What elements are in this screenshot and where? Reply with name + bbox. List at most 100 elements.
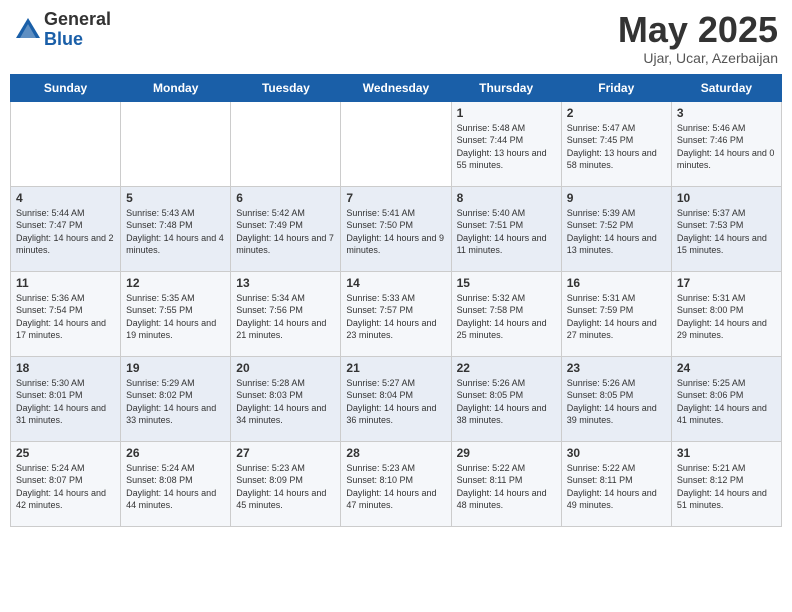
day-info: Sunrise: 5:41 AMSunset: 7:50 PMDaylight:… <box>346 208 444 256</box>
day-info: Sunrise: 5:31 AMSunset: 7:59 PMDaylight:… <box>567 293 657 341</box>
calendar-cell: 18 Sunrise: 5:30 AMSunset: 8:01 PMDaylig… <box>11 356 121 441</box>
calendar-cell: 28 Sunrise: 5:23 AMSunset: 8:10 PMDaylig… <box>341 441 451 526</box>
day-number: 16 <box>567 276 666 290</box>
day-number: 3 <box>677 106 776 120</box>
day-number: 10 <box>677 191 776 205</box>
day-info: Sunrise: 5:37 AMSunset: 7:53 PMDaylight:… <box>677 208 767 256</box>
day-number: 4 <box>16 191 115 205</box>
day-info: Sunrise: 5:33 AMSunset: 7:57 PMDaylight:… <box>346 293 436 341</box>
month-title: May 2025 <box>618 10 778 50</box>
day-number: 20 <box>236 361 335 375</box>
header-day-thursday: Thursday <box>451 74 561 101</box>
day-number: 14 <box>346 276 445 290</box>
day-info: Sunrise: 5:30 AMSunset: 8:01 PMDaylight:… <box>16 378 106 426</box>
calendar-cell: 4 Sunrise: 5:44 AMSunset: 7:47 PMDayligh… <box>11 186 121 271</box>
day-number: 8 <box>457 191 556 205</box>
logo-general: General <box>44 10 111 30</box>
calendar-cell: 1 Sunrise: 5:48 AMSunset: 7:44 PMDayligh… <box>451 101 561 186</box>
day-number: 13 <box>236 276 335 290</box>
calendar-cell: 30 Sunrise: 5:22 AMSunset: 8:11 PMDaylig… <box>561 441 671 526</box>
day-number: 1 <box>457 106 556 120</box>
calendar-cell <box>231 101 341 186</box>
day-info: Sunrise: 5:40 AMSunset: 7:51 PMDaylight:… <box>457 208 547 256</box>
day-info: Sunrise: 5:21 AMSunset: 8:12 PMDaylight:… <box>677 463 767 511</box>
logo-icon <box>14 16 42 44</box>
calendar-cell: 5 Sunrise: 5:43 AMSunset: 7:48 PMDayligh… <box>121 186 231 271</box>
day-number: 5 <box>126 191 225 205</box>
day-info: Sunrise: 5:28 AMSunset: 8:03 PMDaylight:… <box>236 378 326 426</box>
day-number: 17 <box>677 276 776 290</box>
calendar-cell: 26 Sunrise: 5:24 AMSunset: 8:08 PMDaylig… <box>121 441 231 526</box>
header-day-monday: Monday <box>121 74 231 101</box>
calendar-cell: 19 Sunrise: 5:29 AMSunset: 8:02 PMDaylig… <box>121 356 231 441</box>
calendar-cell: 23 Sunrise: 5:26 AMSunset: 8:05 PMDaylig… <box>561 356 671 441</box>
day-number: 26 <box>126 446 225 460</box>
day-info: Sunrise: 5:23 AMSunset: 8:09 PMDaylight:… <box>236 463 326 511</box>
calendar-cell: 9 Sunrise: 5:39 AMSunset: 7:52 PMDayligh… <box>561 186 671 271</box>
header-day-friday: Friday <box>561 74 671 101</box>
page-header: General Blue May 2025 Ujar, Ucar, Azerba… <box>10 10 782 66</box>
day-number: 21 <box>346 361 445 375</box>
header-day-sunday: Sunday <box>11 74 121 101</box>
calendar-cell: 24 Sunrise: 5:25 AMSunset: 8:06 PMDaylig… <box>671 356 781 441</box>
day-number: 22 <box>457 361 556 375</box>
calendar-body: 1 Sunrise: 5:48 AMSunset: 7:44 PMDayligh… <box>11 101 782 526</box>
calendar-cell <box>121 101 231 186</box>
calendar-cell: 2 Sunrise: 5:47 AMSunset: 7:45 PMDayligh… <box>561 101 671 186</box>
location: Ujar, Ucar, Azerbaijan <box>618 50 778 66</box>
week-row-5: 25 Sunrise: 5:24 AMSunset: 8:07 PMDaylig… <box>11 441 782 526</box>
day-info: Sunrise: 5:27 AMSunset: 8:04 PMDaylight:… <box>346 378 436 426</box>
day-info: Sunrise: 5:43 AMSunset: 7:48 PMDaylight:… <box>126 208 224 256</box>
day-info: Sunrise: 5:34 AMSunset: 7:56 PMDaylight:… <box>236 293 326 341</box>
calendar-cell: 12 Sunrise: 5:35 AMSunset: 7:55 PMDaylig… <box>121 271 231 356</box>
calendar-header: SundayMondayTuesdayWednesdayThursdayFrid… <box>11 74 782 101</box>
week-row-2: 4 Sunrise: 5:44 AMSunset: 7:47 PMDayligh… <box>11 186 782 271</box>
title-block: May 2025 Ujar, Ucar, Azerbaijan <box>618 10 778 66</box>
day-info: Sunrise: 5:35 AMSunset: 7:55 PMDaylight:… <box>126 293 216 341</box>
calendar-cell: 27 Sunrise: 5:23 AMSunset: 8:09 PMDaylig… <box>231 441 341 526</box>
day-number: 12 <box>126 276 225 290</box>
calendar-cell: 20 Sunrise: 5:28 AMSunset: 8:03 PMDaylig… <box>231 356 341 441</box>
day-info: Sunrise: 5:23 AMSunset: 8:10 PMDaylight:… <box>346 463 436 511</box>
calendar-cell: 7 Sunrise: 5:41 AMSunset: 7:50 PMDayligh… <box>341 186 451 271</box>
day-number: 15 <box>457 276 556 290</box>
day-info: Sunrise: 5:22 AMSunset: 8:11 PMDaylight:… <box>457 463 547 511</box>
calendar-cell: 21 Sunrise: 5:27 AMSunset: 8:04 PMDaylig… <box>341 356 451 441</box>
week-row-4: 18 Sunrise: 5:30 AMSunset: 8:01 PMDaylig… <box>11 356 782 441</box>
day-info: Sunrise: 5:39 AMSunset: 7:52 PMDaylight:… <box>567 208 657 256</box>
day-info: Sunrise: 5:24 AMSunset: 8:08 PMDaylight:… <box>126 463 216 511</box>
calendar-cell: 3 Sunrise: 5:46 AMSunset: 7:46 PMDayligh… <box>671 101 781 186</box>
header-row: SundayMondayTuesdayWednesdayThursdayFrid… <box>11 74 782 101</box>
day-info: Sunrise: 5:22 AMSunset: 8:11 PMDaylight:… <box>567 463 657 511</box>
calendar-cell: 15 Sunrise: 5:32 AMSunset: 7:58 PMDaylig… <box>451 271 561 356</box>
calendar-table: SundayMondayTuesdayWednesdayThursdayFrid… <box>10 74 782 527</box>
day-info: Sunrise: 5:36 AMSunset: 7:54 PMDaylight:… <box>16 293 106 341</box>
day-number: 29 <box>457 446 556 460</box>
week-row-1: 1 Sunrise: 5:48 AMSunset: 7:44 PMDayligh… <box>11 101 782 186</box>
calendar-cell: 6 Sunrise: 5:42 AMSunset: 7:49 PMDayligh… <box>231 186 341 271</box>
calendar-cell: 14 Sunrise: 5:33 AMSunset: 7:57 PMDaylig… <box>341 271 451 356</box>
calendar-cell: 13 Sunrise: 5:34 AMSunset: 7:56 PMDaylig… <box>231 271 341 356</box>
day-number: 6 <box>236 191 335 205</box>
day-info: Sunrise: 5:26 AMSunset: 8:05 PMDaylight:… <box>457 378 547 426</box>
day-number: 2 <box>567 106 666 120</box>
calendar-cell: 16 Sunrise: 5:31 AMSunset: 7:59 PMDaylig… <box>561 271 671 356</box>
day-info: Sunrise: 5:44 AMSunset: 7:47 PMDaylight:… <box>16 208 114 256</box>
week-row-3: 11 Sunrise: 5:36 AMSunset: 7:54 PMDaylig… <box>11 271 782 356</box>
day-info: Sunrise: 5:31 AMSunset: 8:00 PMDaylight:… <box>677 293 767 341</box>
calendar-cell <box>341 101 451 186</box>
calendar-cell: 11 Sunrise: 5:36 AMSunset: 7:54 PMDaylig… <box>11 271 121 356</box>
day-info: Sunrise: 5:48 AMSunset: 7:44 PMDaylight:… <box>457 123 547 171</box>
calendar-cell: 10 Sunrise: 5:37 AMSunset: 7:53 PMDaylig… <box>671 186 781 271</box>
header-day-tuesday: Tuesday <box>231 74 341 101</box>
day-info: Sunrise: 5:42 AMSunset: 7:49 PMDaylight:… <box>236 208 334 256</box>
calendar-cell: 17 Sunrise: 5:31 AMSunset: 8:00 PMDaylig… <box>671 271 781 356</box>
day-number: 24 <box>677 361 776 375</box>
day-number: 30 <box>567 446 666 460</box>
day-number: 7 <box>346 191 445 205</box>
calendar-cell: 31 Sunrise: 5:21 AMSunset: 8:12 PMDaylig… <box>671 441 781 526</box>
day-number: 11 <box>16 276 115 290</box>
day-number: 19 <box>126 361 225 375</box>
day-info: Sunrise: 5:29 AMSunset: 8:02 PMDaylight:… <box>126 378 216 426</box>
calendar-cell: 8 Sunrise: 5:40 AMSunset: 7:51 PMDayligh… <box>451 186 561 271</box>
